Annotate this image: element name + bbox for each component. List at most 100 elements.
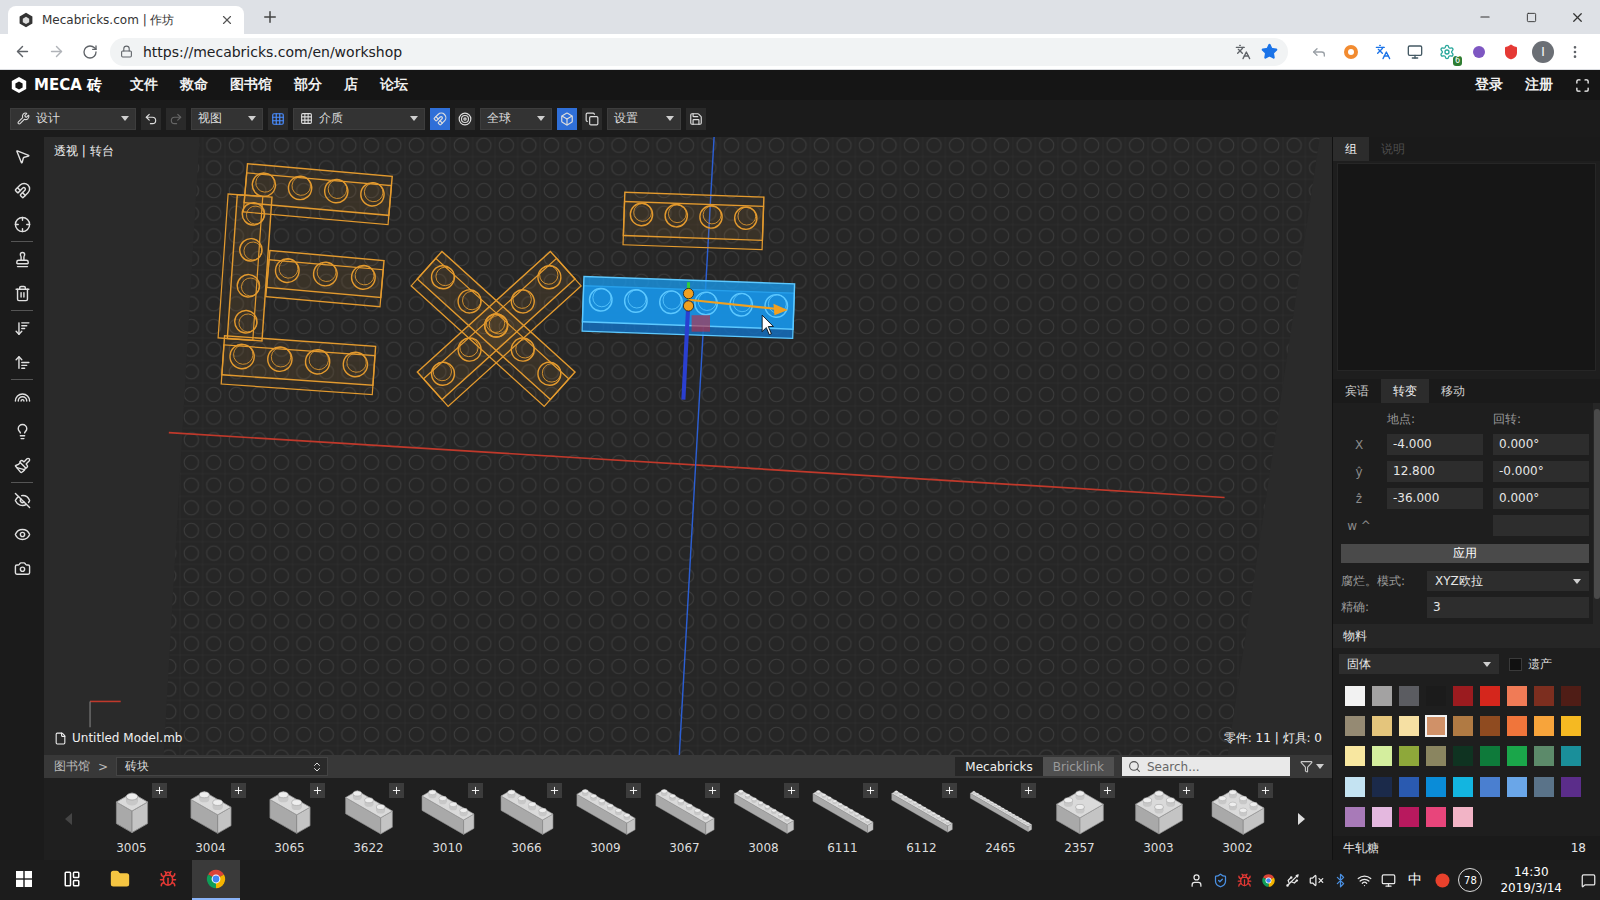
add-part-button[interactable] (547, 783, 562, 798)
color-swatch[interactable] (1453, 807, 1473, 827)
color-swatch[interactable] (1480, 777, 1500, 797)
color-swatch[interactable] (1480, 686, 1500, 706)
flex-tool-button[interactable] (5, 380, 39, 414)
wifi-icon[interactable] (1356, 872, 1372, 888)
extension-button[interactable] (1340, 41, 1362, 63)
source-tab[interactable]: Mecabricks (955, 757, 1042, 776)
color-swatch[interactable] (1399, 746, 1419, 766)
chrome-menu-button[interactable] (1564, 41, 1586, 63)
color-swatch[interactable] (1534, 777, 1554, 797)
snap-tool-button[interactable] (5, 173, 39, 207)
camera-mode-label[interactable]: 透视 | 转台 (54, 143, 114, 160)
paint-tool-button[interactable] (5, 448, 39, 482)
material-type-select[interactable]: 固体 (1339, 654, 1499, 674)
file-explorer-button[interactable] (96, 860, 144, 900)
w-field[interactable] (1493, 515, 1589, 536)
space-dropdown[interactable]: 全球 (480, 108, 552, 130)
instance-toggle-button[interactable] (582, 108, 602, 130)
people-icon[interactable] (1188, 872, 1204, 888)
part-item[interactable]: 3067 (645, 783, 724, 855)
menu-item[interactable]: 图书馆 (230, 76, 272, 94)
app-logo[interactable]: MECA 砖 (10, 76, 102, 95)
menu-item[interactable]: 店 (344, 76, 358, 94)
notification-icon[interactable] (1580, 872, 1596, 888)
color-swatch[interactable] (1480, 716, 1500, 736)
url-field[interactable]: https://mecabricks.com/en/workshop (110, 38, 1288, 66)
extension-button[interactable] (1468, 41, 1490, 63)
rotation-field[interactable]: 0.000° (1493, 434, 1589, 455)
grid-toggle-button[interactable] (268, 108, 288, 130)
part-item[interactable]: 3010 (408, 783, 487, 855)
color-swatch[interactable] (1426, 686, 1446, 706)
color-swatch[interactable] (1561, 777, 1581, 797)
pivot-toggle-button[interactable] (455, 108, 475, 130)
light-tool-button[interactable] (5, 414, 39, 448)
panel-tab[interactable]: 转变 (1381, 379, 1429, 403)
add-part-button[interactable] (310, 783, 325, 798)
color-swatch[interactable] (1372, 716, 1392, 736)
raise-tool-button[interactable] (5, 345, 39, 379)
brick[interactable] (266, 250, 384, 306)
fullscreen-icon[interactable] (1575, 78, 1590, 93)
input-method-indicator[interactable]: 中 (1404, 871, 1426, 889)
account-link[interactable]: 登录 (1475, 76, 1503, 94)
undo-button[interactable] (141, 108, 161, 130)
color-swatch[interactable] (1399, 686, 1419, 706)
panel-tab[interactable]: 宾语 (1333, 379, 1381, 403)
part-item[interactable]: 3008 (724, 783, 803, 855)
back-button[interactable] (8, 38, 36, 66)
part-item[interactable]: 3005 (92, 783, 171, 855)
part-item[interactable]: 3065 (250, 783, 329, 855)
menu-item[interactable]: 救命 (180, 76, 208, 94)
camera-tool-button[interactable] (5, 551, 39, 585)
add-part-button[interactable] (942, 783, 957, 798)
color-swatch[interactable] (1399, 716, 1419, 736)
3d-viewport-canvas[interactable] (44, 137, 1332, 755)
add-part-button[interactable] (626, 783, 641, 798)
transform-gizmo[interactable] (683, 282, 787, 399)
app-button[interactable] (144, 860, 192, 900)
color-swatch[interactable] (1345, 746, 1365, 766)
color-swatch[interactable] (1345, 807, 1365, 827)
brick[interactable] (221, 336, 375, 395)
mode-dropdown[interactable]: 设计 (10, 108, 136, 130)
forward-button[interactable] (42, 38, 70, 66)
show-tool-button[interactable] (5, 517, 39, 551)
bluetooth-icon[interactable] (1332, 872, 1348, 888)
panel-tab[interactable]: 移动 (1429, 379, 1477, 403)
tray-chrome-icon[interactable] (1260, 872, 1276, 888)
maximize-button[interactable] (1508, 0, 1554, 34)
color-swatch[interactable] (1399, 777, 1419, 797)
color-swatch[interactable] (1426, 716, 1446, 736)
security-icon[interactable] (1212, 872, 1228, 888)
color-swatch[interactable] (1372, 746, 1392, 766)
translate-icon[interactable] (1235, 44, 1251, 60)
minimize-button[interactable] (1462, 0, 1508, 34)
part-item[interactable]: 2357 (1040, 783, 1119, 855)
part-item[interactable]: 3066 (487, 783, 566, 855)
color-swatch[interactable] (1534, 686, 1554, 706)
delete-tool-button[interactable] (5, 276, 39, 310)
color-swatch[interactable] (1426, 807, 1446, 827)
color-swatch[interactable] (1507, 686, 1527, 706)
next-page-button[interactable] (1277, 813, 1325, 825)
start-button[interactable] (0, 860, 48, 900)
view-dropdown[interactable]: 视图 (191, 108, 263, 130)
color-swatch[interactable] (1345, 777, 1365, 797)
source-tab[interactable]: Bricklink (1043, 757, 1114, 776)
add-part-button[interactable] (152, 783, 167, 798)
new-tab-button[interactable] (256, 3, 284, 31)
color-swatch[interactable] (1453, 777, 1473, 797)
extension-button[interactable] (1500, 41, 1522, 63)
part-item[interactable]: 2465 (961, 783, 1040, 855)
part-search-field[interactable]: Search... (1122, 757, 1290, 776)
filter-button[interactable] (1298, 760, 1326, 773)
rotation-field[interactable]: -0.000° (1493, 461, 1589, 482)
part-item[interactable]: 6112 (882, 783, 961, 855)
legacy-checkbox[interactable]: 遗产 (1509, 656, 1552, 673)
add-part-button[interactable] (705, 783, 720, 798)
add-part-button[interactable] (1021, 783, 1036, 798)
add-part-button[interactable] (1258, 783, 1273, 798)
color-swatch[interactable] (1453, 716, 1473, 736)
add-part-button[interactable] (231, 783, 246, 798)
